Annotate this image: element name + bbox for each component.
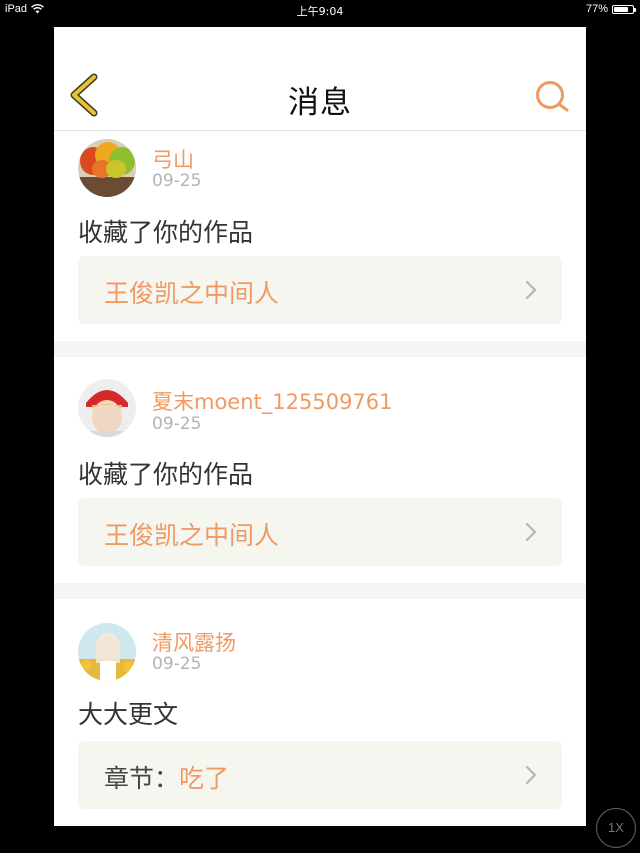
work-title: 王俊凯之中间人 (104, 279, 280, 308)
work-link[interactable]: 王俊凯之中间人 (78, 498, 562, 566)
work-link-text: 王俊凯之中间人 (104, 274, 279, 310)
message-action: 收藏了你的作品 (78, 460, 254, 489)
chapter-link-text: 章节：吃了 (104, 759, 229, 795)
username[interactable]: 清风露扬 (152, 627, 236, 657)
chevron-right-icon (525, 765, 537, 785)
card-separator (54, 341, 586, 357)
app-window: 消息 弓山 09-25 收藏了你的作品 王俊凯之中间人 夏末moent_1255… (54, 27, 586, 826)
status-time: 上午9:04 (296, 5, 344, 18)
battery-level (614, 6, 628, 12)
username[interactable]: 夏末moent_125509761 (152, 386, 393, 416)
status-right: 77% (585, 3, 636, 15)
work-link[interactable]: 王俊凯之中间人 (78, 256, 562, 324)
status-bar: iPad 上午9:04 77% (0, 0, 640, 20)
nav-bar: 消息 (54, 27, 586, 131)
ref-prefix: 章节： (104, 764, 180, 793)
message-date: 09-25 (152, 414, 202, 434)
zoom-1x-button[interactable]: 1X (596, 808, 636, 848)
message-card: 弓山 09-25 收藏了你的作品 王俊凯之中间人 (54, 131, 586, 341)
card-separator (54, 583, 586, 599)
message-action: 收藏了你的作品 (78, 218, 254, 247)
message-card: 夏末moent_125509761 09-25 收藏了你的作品 王俊凯之中间人 (54, 357, 586, 583)
avatar[interactable] (78, 139, 136, 197)
message-card: 清风露扬 09-25 大大更文 章节：吃了 (54, 599, 586, 826)
work-link-text: 王俊凯之中间人 (104, 516, 279, 552)
avatar[interactable] (78, 623, 136, 681)
chapter-link[interactable]: 章节：吃了 (78, 741, 562, 809)
message-action: 大大更文 (78, 700, 179, 729)
page-title: 消息 (288, 85, 352, 121)
avatar-person-image (78, 379, 136, 437)
chevron-right-icon (525, 280, 537, 300)
work-title: 王俊凯之中间人 (104, 521, 280, 550)
username[interactable]: 弓山 (152, 144, 194, 174)
avatar-leaves-image (78, 139, 136, 197)
battery-percent: 77% (585, 3, 608, 15)
search-icon (536, 81, 569, 112)
message-date: 09-25 (152, 171, 202, 191)
chapter-title: 吃了 (179, 764, 230, 793)
message-list: 弓山 09-25 收藏了你的作品 王俊凯之中间人 夏末moent_1255097… (54, 131, 586, 826)
battery-icon (612, 4, 636, 14)
message-date: 09-25 (152, 654, 202, 674)
chevron-right-icon (525, 522, 537, 542)
avatar[interactable] (78, 379, 136, 437)
avatar-anime-image (78, 623, 136, 681)
search-button[interactable] (534, 79, 570, 115)
